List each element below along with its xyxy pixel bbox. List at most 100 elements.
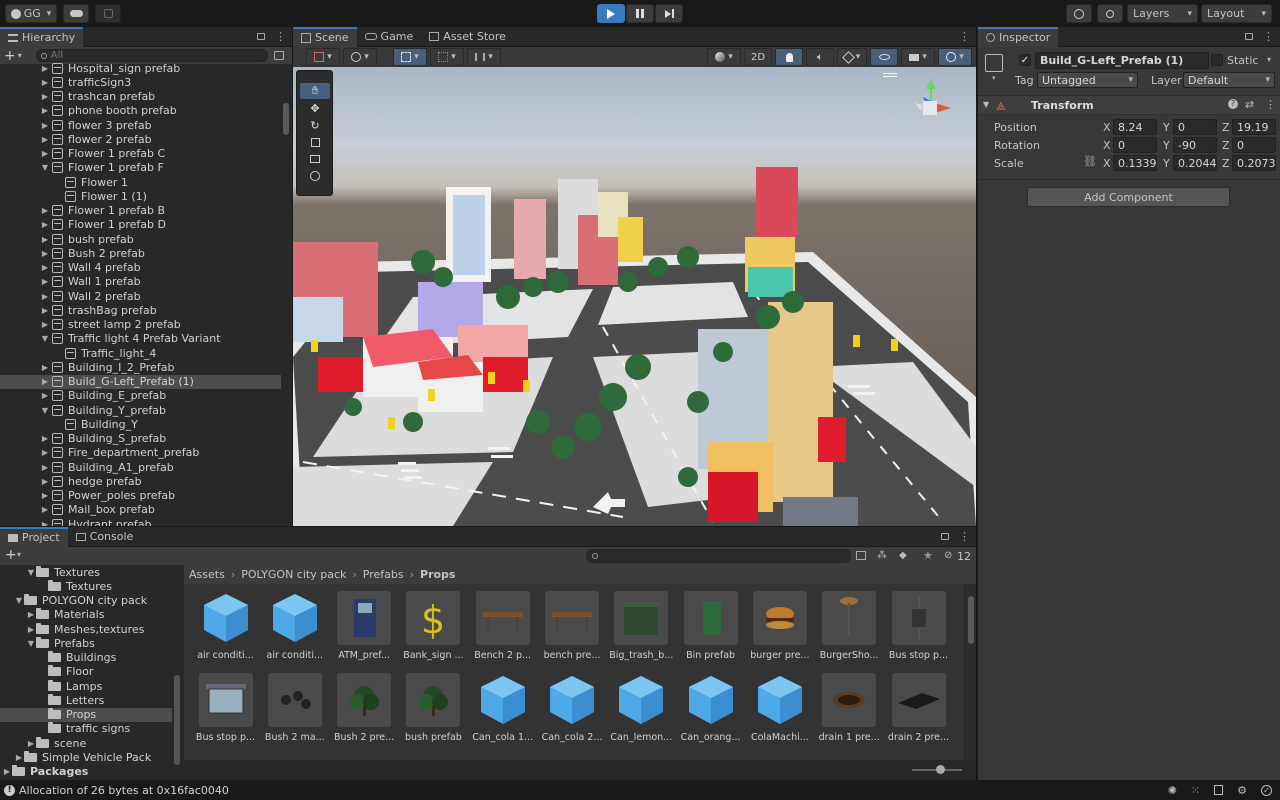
asset-tile[interactable]: drain 1 pre... [815, 673, 884, 754]
orientation-gizmo[interactable] [901, 75, 961, 135]
collapsed-arrow-icon[interactable]: ▶ [40, 249, 50, 258]
hierarchy-item[interactable]: ▶ phone booth prefab [0, 104, 281, 118]
scale-x-field[interactable]: 0.1339 [1113, 155, 1157, 171]
filter-type-icon[interactable]: ⁂ [877, 550, 887, 561]
expanded-arrow-icon[interactable]: ▼ [14, 596, 24, 605]
visibility-toggle[interactable] [870, 48, 898, 66]
hierarchy-item[interactable]: ▶ street lamp 2 prefab [0, 318, 281, 332]
static-checkbox[interactable] [1211, 54, 1223, 66]
asset-tile[interactable]: ATM_pref... [330, 591, 399, 672]
folder-tree-item[interactable]: Floor [0, 665, 172, 679]
hierarchy-item[interactable]: Building_Y [0, 417, 281, 431]
collapsed-arrow-icon[interactable]: ▶ [40, 463, 50, 472]
transform-header[interactable]: ▼ ⟁ Transform ? ⇄ ⋮ [978, 95, 1280, 115]
layers-dropdown[interactable]: Layers [1127, 4, 1198, 23]
bug-icon[interactable]: ✺ [1168, 784, 1177, 797]
project-search-input[interactable] [586, 549, 851, 563]
rect-tool[interactable] [300, 151, 330, 167]
collapsed-arrow-icon[interactable]: ▶ [40, 277, 50, 286]
folder-tree-item[interactable]: ▶ Simple Vehicle Pack [0, 750, 172, 764]
account-dropdown[interactable]: GG [5, 4, 57, 23]
scrollbar-thumb[interactable] [283, 103, 289, 135]
object-name-field[interactable]: Build_G-Left_Prefab (1) [1035, 52, 1209, 69]
lock-icon[interactable] [1245, 33, 1253, 40]
kebab-menu-icon[interactable]: ⋮ [1263, 30, 1274, 43]
hierarchy-item[interactable]: ▶ Bush 2 prefab [0, 246, 281, 260]
status-message[interactable]: Allocation of 26 bytes at 0x16fac0040 [19, 784, 229, 797]
hierarchy-item[interactable]: ▶ bush prefab [0, 232, 281, 246]
folder-tree-item[interactable]: ▼ Textures [0, 565, 172, 579]
hierarchy-item[interactable]: ▼ Flower 1 prefab F [0, 161, 281, 175]
hierarchy-item[interactable]: ▶ hedge prefab [0, 474, 281, 488]
folder-tree-item[interactable]: ▶ scene [0, 736, 172, 750]
bake-icon[interactable]: ⚙︎ [1237, 784, 1247, 797]
asset-tile[interactable]: Can_orang... [676, 673, 745, 754]
shading-mode-dropdown[interactable] [707, 48, 741, 66]
hierarchy-item[interactable]: ▶ Build_G-Left_Prefab (1) [0, 374, 281, 389]
overlay-menu-icon[interactable] [883, 73, 897, 77]
collapsed-arrow-icon[interactable]: ▶ [40, 505, 50, 514]
collapsed-arrow-icon[interactable]: ▶ [40, 121, 50, 130]
asset-grid-scrollbar[interactable] [966, 584, 976, 760]
asset-tile[interactable]: Can_lemon... [607, 673, 676, 754]
hierarchy-item[interactable]: Traffic_light_4 [0, 346, 281, 360]
folder-tree-item[interactable]: ▼ POLYGON city pack [0, 594, 172, 608]
folder-tree-item[interactable]: Props [0, 707, 172, 722]
expanded-arrow-icon[interactable]: ▼ [40, 334, 50, 343]
rotation-y-field[interactable]: -90 [1173, 137, 1217, 153]
kebab-menu-icon[interactable]: ⋮ [1265, 98, 1276, 111]
hierarchy-scrollbar[interactable] [282, 65, 290, 523]
add-icon[interactable]: + [5, 547, 17, 563]
snap-settings-dropdown[interactable] [467, 48, 501, 66]
tab-console[interactable]: Console [68, 527, 142, 547]
hierarchy-item[interactable]: ▶ Flower 1 prefab C [0, 147, 281, 161]
folder-tree-item[interactable]: ▶ Meshes,textures [0, 622, 172, 636]
tab-project[interactable]: Project [0, 526, 68, 547]
position-z-field[interactable]: 19.19 [1232, 119, 1276, 135]
folder-tree-item[interactable]: Letters [0, 693, 172, 707]
mode-2d-button[interactable]: 2D [744, 48, 772, 66]
collapsed-arrow-icon[interactable]: ▶ [40, 306, 50, 315]
global-local-dropdown[interactable] [343, 48, 377, 66]
hierarchy-item[interactable]: Flower 1 [0, 175, 281, 189]
hierarchy-item[interactable]: ▶ flower 3 prefab [0, 118, 281, 132]
expanded-arrow-icon[interactable]: ▼ [40, 406, 50, 415]
chevron-down-icon[interactable]: ▾ [1267, 55, 1271, 64]
lock-icon[interactable] [257, 33, 265, 40]
camera-dropdown[interactable] [901, 48, 935, 66]
hierarchy-item[interactable]: ▶ Power_poles prefab [0, 489, 281, 503]
move-tool[interactable]: ✥ [300, 100, 330, 116]
collapsed-arrow-icon[interactable]: ▶ [26, 739, 36, 748]
hierarchy-item[interactable]: ▼ Building_Y_prefab [0, 403, 281, 417]
hierarchy-item[interactable]: ▶ Building_A1_prefab [0, 460, 281, 474]
collapsed-arrow-icon[interactable]: ▶ [2, 767, 12, 776]
position-x-field[interactable]: 8.24 [1113, 119, 1157, 135]
active-checkbox[interactable]: ✓ [1019, 54, 1031, 66]
hidden-packages-icon[interactable]: ⊘ [944, 550, 952, 561]
asset-tile[interactable]: Bush 2 ma... [260, 673, 329, 754]
hierarchy-item[interactable]: ▶ trashBag prefab [0, 303, 281, 317]
clipboard-icon[interactable] [1214, 785, 1224, 795]
folder-tree-item[interactable]: ▶ Materials [0, 608, 172, 622]
collapsed-arrow-icon[interactable]: ▶ [40, 220, 50, 229]
breadcrumb-assets[interactable]: Assets [189, 568, 225, 581]
hierarchy-item[interactable]: ▶ Building_I_2_Prefab [0, 360, 281, 374]
lighting-toggle[interactable] [775, 48, 803, 66]
progress-icon[interactable]: ⁙ [1191, 784, 1200, 797]
asset-tile[interactable]: bench pre... [538, 591, 607, 672]
collapsed-arrow-icon[interactable]: ▶ [40, 377, 50, 386]
position-y-field[interactable]: 0 [1173, 119, 1217, 135]
folder-tree-item[interactable]: ▼ Prefabs [0, 636, 172, 650]
collapsed-arrow-icon[interactable]: ▶ [26, 625, 36, 634]
undo-history-button[interactable] [1066, 4, 1092, 23]
asset-tile[interactable]: Big_trash_b... [607, 591, 676, 672]
tag-dropdown[interactable]: Untagged [1037, 72, 1138, 88]
tab-game[interactable]: Game [357, 27, 422, 47]
collapsed-arrow-icon[interactable]: ▶ [40, 292, 50, 301]
tab-asset-store[interactable]: Asset Store [421, 27, 514, 47]
audio-toggle[interactable]: 🔈︎ [806, 48, 834, 66]
hierarchy-item[interactable]: ▶ Hospital_sign prefab [0, 61, 281, 75]
grid-snapping-dropdown[interactable] [393, 48, 427, 66]
cloud-button[interactable] [63, 4, 89, 23]
collab-button[interactable] [95, 4, 121, 23]
